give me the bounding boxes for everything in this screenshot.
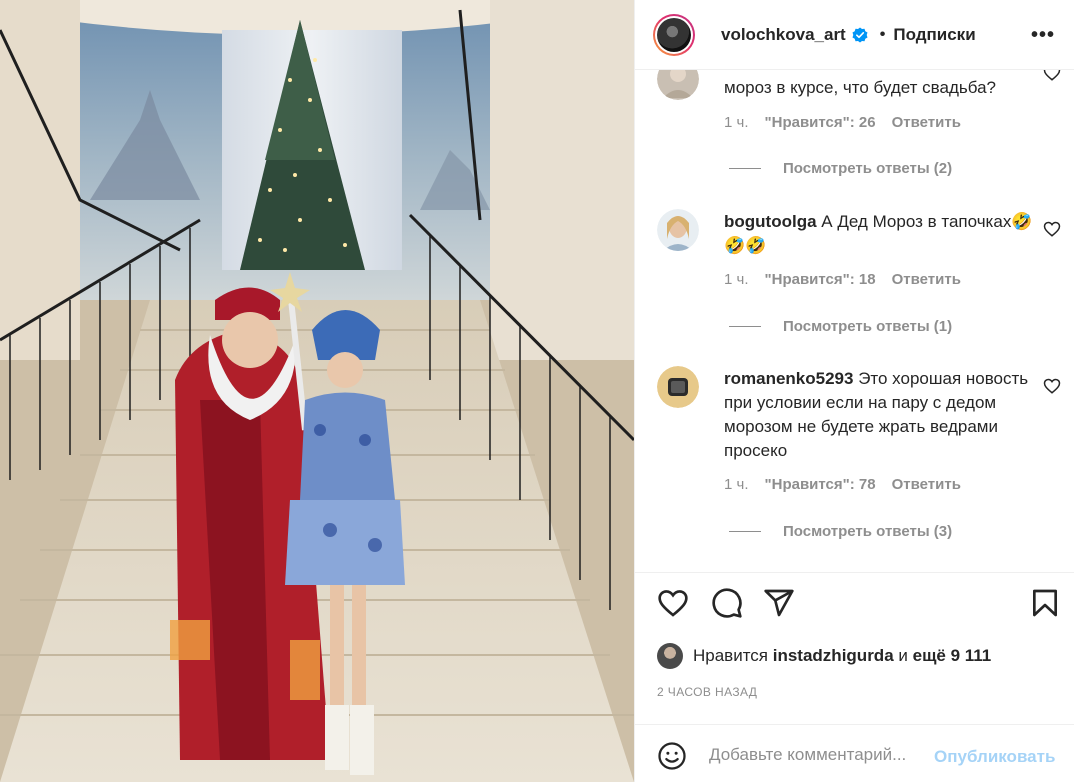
comment-time: 1 ч. [724, 476, 749, 493]
comment-input[interactable] [709, 741, 933, 769]
liker-avatar[interactable] [657, 643, 683, 669]
comments-list[interactable]: мороз в курсе, что будет свадьба? 1 ч. "… [635, 70, 1074, 570]
likes-connector: и [898, 646, 908, 665]
comment-avatar[interactable] [657, 70, 699, 100]
post-image [0, 0, 634, 782]
comment-avatar[interactable] [657, 209, 699, 251]
bookmark-icon[interactable] [1029, 587, 1061, 619]
view-replies-button[interactable]: Посмотреть ответы (2) [729, 160, 952, 177]
more-icon[interactable]: ••• [1031, 24, 1055, 47]
profile-username[interactable]: volochkova_art [721, 25, 846, 45]
post-side-panel: volochkova_art • Подписки ••• мороз в ку… [634, 0, 1074, 782]
following-button[interactable]: Подписки [893, 25, 975, 45]
likes-count[interactable]: ещё 9 111 [913, 646, 992, 666]
view-replies-label: Посмотреть ответы (1) [783, 318, 953, 335]
comment-body: romanenko5293 Это хорошая новость при ус… [724, 367, 1034, 463]
comment-like-icon[interactable] [1043, 70, 1061, 82]
add-comment-bar: Опубликовать [635, 724, 1074, 782]
post-header: volochkova_art • Подписки ••• [635, 0, 1074, 70]
comment-icon[interactable] [711, 587, 743, 619]
reply-button[interactable]: Ответить [892, 271, 961, 288]
comment-like-icon[interactable] [1043, 377, 1061, 395]
post-actions [635, 572, 1074, 632]
comment-body: bogutoolga А Дед Мороз в тапочках🤣🤣🤣 [724, 210, 1034, 258]
post-photo[interactable] [0, 0, 634, 782]
comment-likes-count[interactable]: "Нравится": 78 [765, 476, 876, 493]
reply-button[interactable]: Ответить [892, 114, 961, 131]
comment-meta: 1 ч. "Нравится": 26 Ответить [724, 114, 977, 131]
view-replies-button[interactable]: Посмотреть ответы (3) [729, 523, 952, 540]
comment-meta: 1 ч. "Нравится": 78 Ответить [724, 476, 977, 493]
comment-like-icon[interactable] [1043, 220, 1061, 238]
comment-avatar[interactable] [657, 366, 699, 408]
replies-divider [729, 168, 761, 169]
comment-username[interactable]: romanenko5293 [724, 369, 853, 388]
replies-divider [729, 531, 761, 532]
comment-likes-count[interactable]: "Нравится": 26 [765, 114, 876, 131]
view-replies-button[interactable]: Посмотреть ответы (1) [729, 318, 952, 335]
replies-divider [729, 326, 761, 327]
comment-text: мороз в курсе, что будет свадьба? [724, 78, 996, 97]
verified-icon [852, 27, 868, 42]
comment-likes-count[interactable]: "Нравится": 18 [765, 271, 876, 288]
comment-time: 1 ч. [724, 114, 749, 131]
comment-username[interactable]: bogutoolga [724, 212, 817, 231]
header-separator: • [879, 25, 886, 43]
profile-avatar[interactable] [653, 13, 695, 56]
view-replies-label: Посмотреть ответы (2) [783, 160, 953, 177]
comment-meta: 1 ч. "Нравится": 18 Ответить [724, 271, 977, 288]
liker-username[interactable]: instadzhigurda [773, 646, 894, 666]
emoji-icon[interactable] [657, 741, 687, 771]
reply-button[interactable]: Ответить [892, 476, 961, 493]
view-replies-label: Посмотреть ответы (3) [783, 523, 953, 540]
likes-prefix: Нравится [693, 646, 769, 665]
publish-button[interactable]: Опубликовать [934, 747, 1055, 767]
post-timestamp[interactable]: 2 ЧАСОВ НАЗАД [657, 685, 757, 699]
comment-time: 1 ч. [724, 271, 749, 288]
share-icon[interactable] [763, 587, 795, 619]
likes-summary[interactable]: Нравится instadzhigurda и ещё 9 111 [657, 643, 991, 669]
heart-icon[interactable] [657, 587, 689, 619]
